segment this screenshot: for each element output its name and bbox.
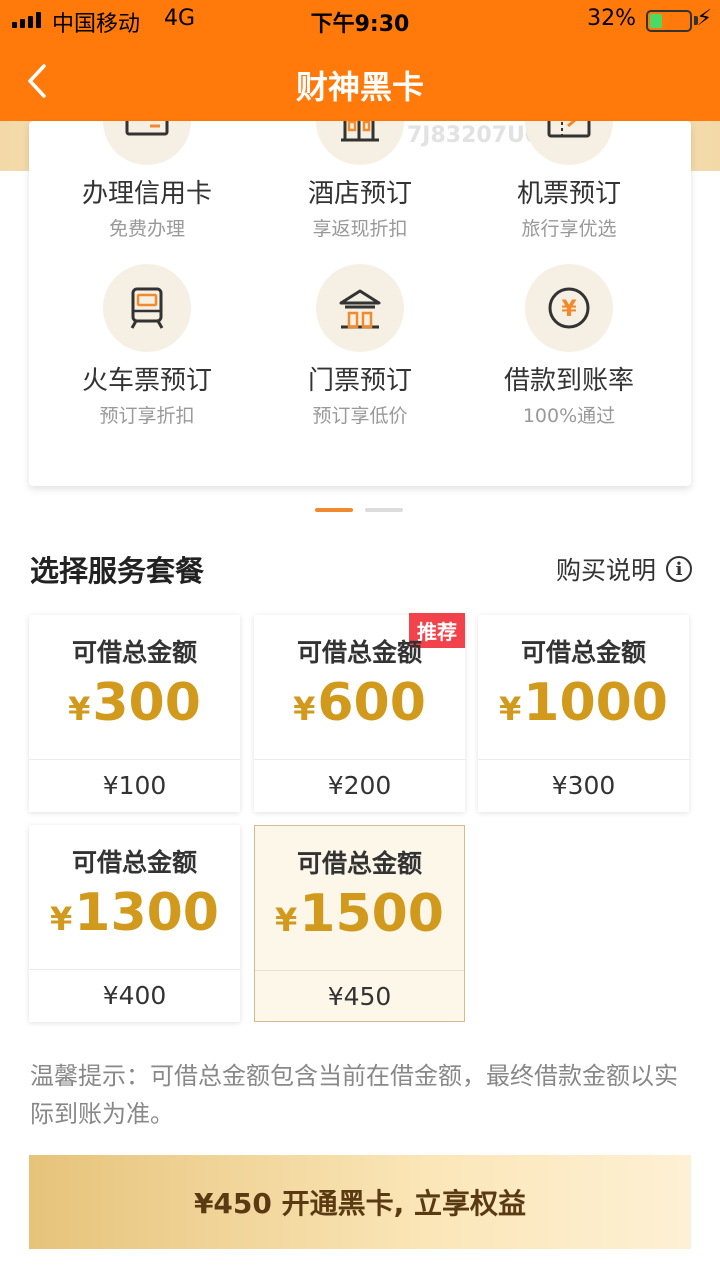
plan-card-600[interactable]: 推荐 可借总金额 ¥600 ¥200 bbox=[254, 613, 465, 812]
service-subtitle: 100%通过 bbox=[522, 405, 616, 427]
service-title: 门票预订 bbox=[307, 366, 412, 396]
plan-card-1000[interactable]: 可借总金额 ¥1000 ¥300 bbox=[478, 615, 689, 812]
charging-icon: ⚡ bbox=[696, 6, 712, 31]
yen-coin-icon: ¥ bbox=[548, 287, 590, 329]
plan-label: 可借总金额 bbox=[296, 638, 422, 667]
divider bbox=[255, 970, 464, 971]
battery-percent: 32% bbox=[587, 6, 636, 31]
service-title: 借款到账率 bbox=[503, 366, 634, 396]
service-hotel[interactable]: 酒店预订 享返现折扣 bbox=[250, 121, 470, 241]
divider bbox=[29, 759, 240, 760]
tip-text: 温馨提示：可借总金额包含当前在借金额，最终借款金额以实际到账为准。 bbox=[30, 1062, 678, 1128]
service-train[interactable]: 火车票预订 预订享折扣 bbox=[37, 264, 257, 428]
plan-amount: ¥1300 bbox=[50, 883, 219, 943]
service-subtitle: 预订享低价 bbox=[312, 405, 408, 427]
service-subtitle: 预订享折扣 bbox=[99, 405, 195, 427]
plan-label: 可借总金额 bbox=[520, 638, 646, 667]
divider bbox=[254, 759, 465, 760]
attraction-icon bbox=[339, 289, 381, 329]
service-flight[interactable]: 机票预订 旅行享优选 bbox=[459, 121, 679, 241]
credit-card-icon bbox=[125, 121, 169, 136]
divider bbox=[29, 969, 240, 970]
carousel-pager bbox=[315, 508, 403, 512]
services-card: 7J83207U06 办理信用卡 免费办理 酒店预订 享返现折扣 机票预订 旅行… bbox=[29, 121, 691, 486]
plan-label: 可借总金额 bbox=[296, 849, 422, 878]
status-bar: 中国移动 4G 下午9:30 32% ⚡ bbox=[0, 0, 720, 40]
plan-price: ¥100 bbox=[102, 771, 167, 800]
service-subtitle: 享返现折扣 bbox=[312, 218, 408, 240]
train-icon bbox=[130, 287, 164, 329]
activate-black-card-button[interactable]: ¥450 开通黑卡, 立享权益 bbox=[29, 1155, 691, 1249]
service-title: 酒店预订 bbox=[307, 179, 412, 209]
plan-price: ¥200 bbox=[327, 771, 392, 800]
plan-price: ¥400 bbox=[102, 981, 167, 1010]
purchase-info-label: 购买说明 bbox=[555, 556, 656, 585]
service-title: 火车票预订 bbox=[81, 366, 212, 396]
pager-dot[interactable] bbox=[365, 508, 403, 512]
plan-label: 可借总金额 bbox=[71, 638, 197, 667]
purchase-info-link[interactable]: 购买说明 i bbox=[556, 551, 692, 587]
service-title: 机票预订 bbox=[516, 179, 621, 209]
hotel-icon bbox=[341, 121, 379, 142]
service-attraction[interactable]: 门票预订 预订享低价 bbox=[250, 264, 470, 428]
plan-amount: ¥1500 bbox=[275, 884, 444, 944]
pager-dot-active[interactable] bbox=[315, 508, 353, 512]
divider bbox=[478, 759, 689, 760]
page-title: 财神黑卡 bbox=[295, 68, 424, 106]
plan-amount: ¥300 bbox=[68, 673, 201, 733]
section-title: 选择服务套餐 bbox=[30, 554, 205, 588]
svg-text:¥: ¥ bbox=[561, 297, 577, 322]
plan-price: ¥450 bbox=[327, 982, 392, 1011]
service-credit-card[interactable]: 办理信用卡 免费办理 bbox=[37, 121, 257, 241]
service-subtitle: 免费办理 bbox=[108, 218, 185, 240]
plan-price: ¥300 bbox=[551, 771, 616, 800]
service-subtitle: 旅行享优选 bbox=[521, 218, 617, 240]
plan-card-1500-selected[interactable]: 可借总金额 ¥1500 ¥450 bbox=[254, 825, 465, 1022]
battery-icon bbox=[646, 10, 692, 32]
service-title: 办理信用卡 bbox=[81, 179, 212, 209]
plan-card-300[interactable]: 可借总金额 ¥300 ¥100 bbox=[29, 615, 240, 812]
plan-amount: ¥600 bbox=[293, 673, 426, 733]
navigation-bar: 财神黑卡 bbox=[0, 40, 720, 121]
info-icon: i bbox=[666, 556, 692, 582]
service-loan-rate[interactable]: ¥ 借款到账率 100%通过 bbox=[459, 264, 679, 428]
plan-card-1300[interactable]: 可借总金额 ¥1300 ¥400 bbox=[29, 825, 240, 1022]
plan-amount: ¥1000 bbox=[499, 673, 668, 733]
flight-ticket-icon bbox=[547, 121, 591, 138]
plan-label: 可借总金额 bbox=[71, 848, 197, 877]
